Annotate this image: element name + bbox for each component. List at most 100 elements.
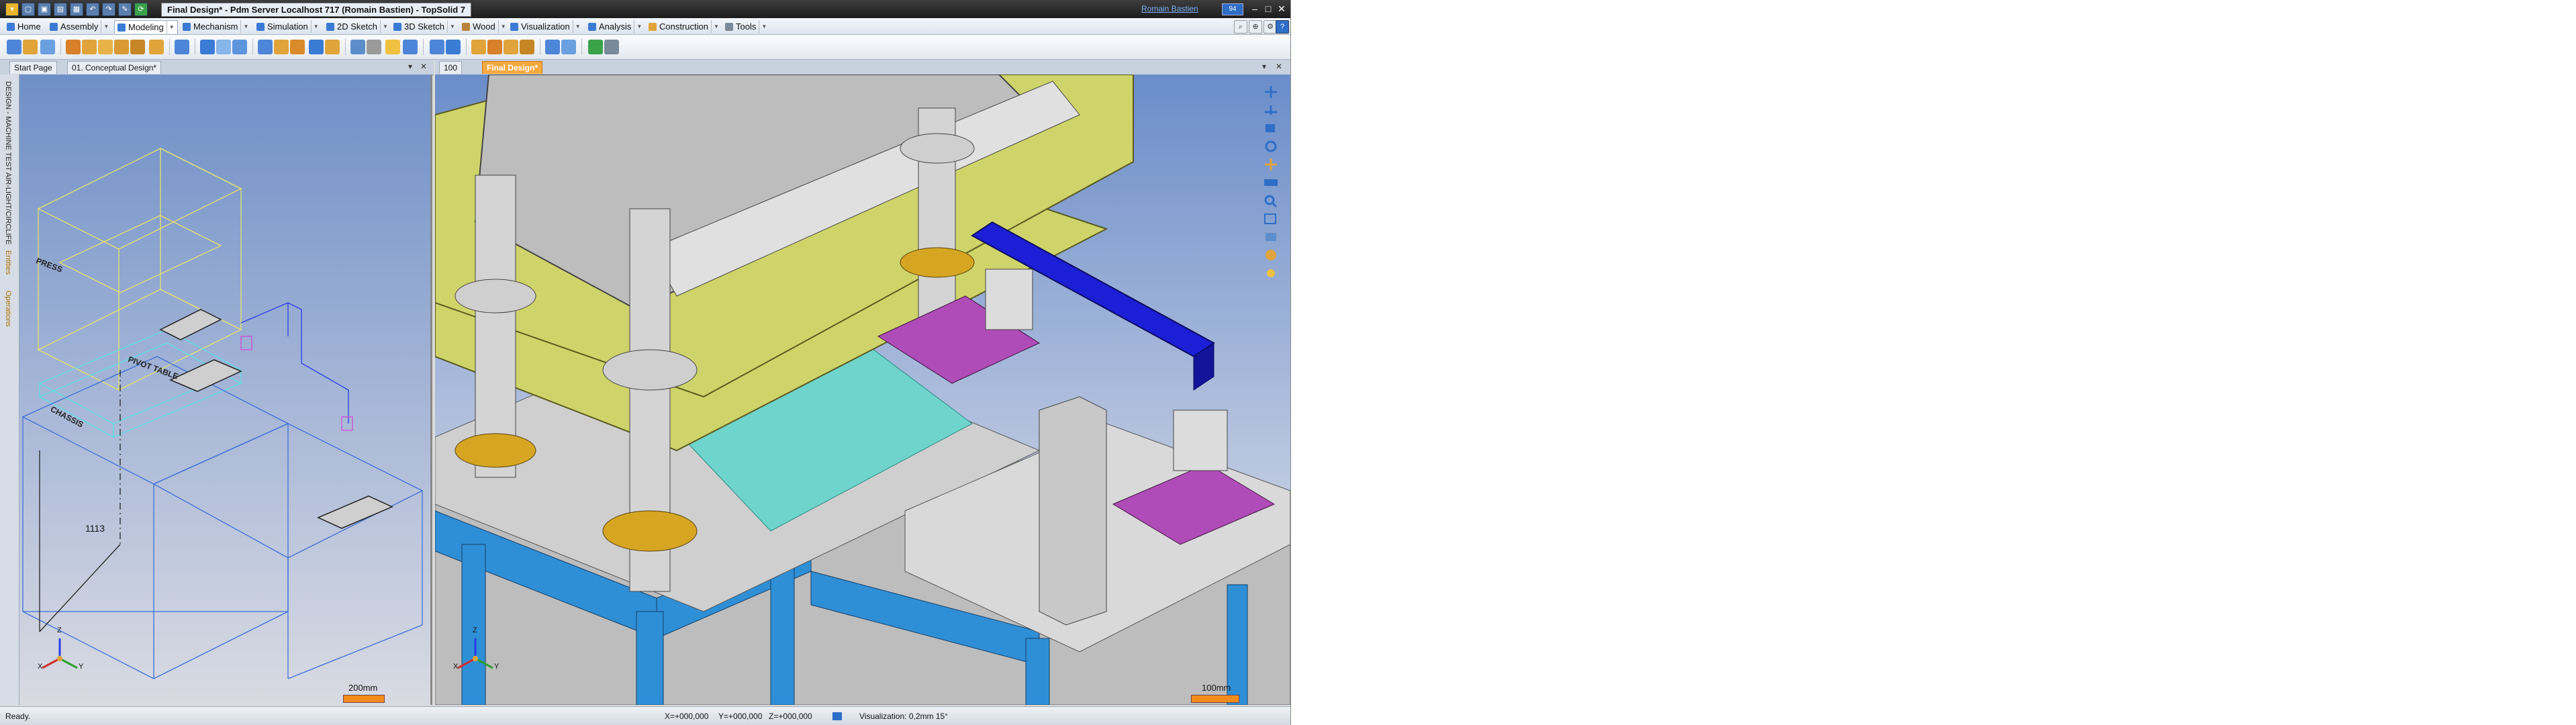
app-menu-icon[interactable]: ▾ [5, 3, 19, 16]
chevron-down-icon[interactable]: ▼ [166, 21, 175, 34]
tab-100[interactable]: 100 [439, 61, 463, 74]
tab-visualization[interactable]: Visualization ▼ [510, 20, 581, 33]
view-section-icon[interactable] [1262, 175, 1280, 190]
search-icon[interactable]: ⌕ [1234, 20, 1247, 34]
undo-icon[interactable]: ↶ [86, 3, 99, 16]
extrude-icon[interactable] [82, 40, 97, 54]
view-fit-icon[interactable] [1262, 230, 1280, 244]
chevron-down-icon[interactable]: ▼ [572, 20, 581, 33]
align-icon[interactable] [545, 40, 560, 54]
visualization-icon[interactable] [832, 712, 842, 720]
view-icon[interactable] [446, 40, 461, 54]
zoom-icon[interactable]: ⊕ [1249, 20, 1262, 34]
loft-icon[interactable] [130, 40, 145, 54]
minimize-icon[interactable]: – [1249, 3, 1261, 15]
tab-tools[interactable]: Tools ▼ [725, 20, 767, 33]
draft-icon[interactable] [290, 40, 305, 54]
tab-analysis[interactable]: Analysis ▼ [588, 20, 642, 33]
chevron-down-icon[interactable]: ▼ [101, 20, 109, 33]
close-pane-icon[interactable]: ✕ [1276, 62, 1282, 71]
chevron-down-icon[interactable]: ▼ [446, 20, 455, 33]
revolve-icon[interactable] [98, 40, 113, 54]
user-link[interactable]: Romain Bastien [1141, 4, 1198, 13]
chevron-down-icon[interactable]: ▼ [379, 20, 388, 33]
tab-simulation[interactable]: Simulation ▼ [256, 20, 319, 33]
pin-icon[interactable]: ▾ [1262, 62, 1266, 71]
trim-icon[interactable] [325, 40, 340, 54]
final-design-viewport[interactable]: X Y Z 100mm [435, 75, 1290, 705]
conceptual-design-viewport[interactable]: PRESS PIVOT TABLE CHASSIS 1113 X Y Z 200… [19, 75, 432, 705]
tab-home[interactable]: Home [7, 20, 41, 33]
status-z: Z=+000,000 [769, 712, 812, 721]
chamfer-icon[interactable] [232, 40, 247, 54]
tab-2d-sketch[interactable]: 2D Sketch ▼ [326, 20, 388, 33]
chevron-down-icon[interactable]: ▼ [710, 20, 719, 33]
pattern-icon[interactable] [258, 40, 273, 54]
side-label-operations[interactable]: Operations [4, 291, 12, 327]
box-icon[interactable] [471, 40, 486, 54]
view-zoom-icon[interactable] [1262, 193, 1280, 208]
options-icon[interactable]: ⚙ [1263, 20, 1277, 34]
tab-assembly[interactable]: Assembly ▼ [50, 20, 109, 33]
cone-icon[interactable] [520, 40, 534, 54]
view-zoom-box-icon[interactable] [1262, 211, 1280, 226]
validate-icon[interactable] [588, 40, 603, 54]
section-icon[interactable] [367, 40, 381, 54]
attribute-icon[interactable] [385, 40, 400, 54]
shell-icon[interactable] [274, 40, 289, 54]
plane-icon[interactable] [175, 40, 189, 54]
pin-icon[interactable]: ▾ [408, 62, 412, 71]
side-label-design[interactable]: DESIGN - MACHINE TEST AIR-LIGHT/CIRCLIFE [4, 81, 12, 244]
sketch-pen-icon[interactable] [7, 40, 21, 54]
tab-wood[interactable]: Wood ▼ [462, 20, 506, 33]
chevron-down-icon[interactable]: ▼ [497, 20, 506, 33]
more-icon[interactable] [604, 40, 619, 54]
transfer-post [1039, 396, 1107, 626]
copy-icon[interactable] [403, 40, 418, 54]
tab-modeling[interactable]: Modeling ▼ [114, 20, 178, 34]
help-icon[interactable]: ? [1276, 20, 1289, 34]
tab-conceptual-design[interactable]: 01. Conceptual Design* [67, 61, 162, 74]
view-pan-icon[interactable] [1262, 157, 1280, 172]
sketch-tools-icon[interactable] [23, 40, 38, 54]
constraint-icon[interactable] [561, 40, 576, 54]
tab-3d-sketch[interactable]: 3D Sketch ▼ [393, 20, 455, 33]
view-front-icon[interactable] [1262, 85, 1280, 99]
chevron-down-icon[interactable]: ▼ [240, 20, 248, 33]
measure-icon[interactable] [350, 40, 365, 54]
cylinder-icon[interactable] [487, 40, 502, 54]
save-icon[interactable]: ▣ [38, 3, 51, 16]
hole-icon[interactable] [200, 40, 215, 54]
sphere-icon[interactable] [504, 40, 518, 54]
refresh-icon[interactable]: ⟳ [134, 3, 148, 16]
print-icon[interactable]: ▦ [70, 3, 83, 16]
maximize-icon[interactable]: □ [1262, 3, 1274, 15]
redo-icon[interactable]: ↷ [102, 3, 115, 16]
fillet-icon[interactable] [216, 40, 231, 54]
view-axis-icon[interactable] [1262, 103, 1280, 117]
view-light-icon[interactable] [1262, 266, 1280, 281]
tab-start-page[interactable]: Start Page [9, 61, 57, 74]
pen-icon[interactable]: ✎ [118, 3, 132, 16]
profile-icon[interactable] [40, 40, 55, 54]
chevron-down-icon[interactable]: ▼ [634, 20, 642, 33]
view-iso-icon[interactable] [1262, 121, 1280, 136]
new-icon[interactable]: ▢ [21, 3, 35, 16]
chevron-down-icon[interactable]: ▼ [759, 20, 767, 33]
view-render-icon[interactable] [1262, 248, 1280, 262]
boolean-icon[interactable] [149, 40, 164, 54]
side-label-entities[interactable]: Entities [4, 250, 12, 275]
tab-construction[interactable]: Construction ▼ [649, 20, 719, 33]
view-rotate-icon[interactable] [1262, 139, 1280, 154]
save-all-icon[interactable]: ▤ [54, 3, 67, 16]
split-icon[interactable] [309, 40, 324, 54]
user-badge[interactable]: 94 [1222, 3, 1243, 15]
close-icon[interactable]: ✕ [1276, 3, 1288, 15]
close-pane-icon[interactable]: ✕ [420, 62, 427, 71]
shape-icon[interactable] [66, 40, 81, 54]
tab-final-design[interactable]: Final Design* [482, 61, 543, 74]
sweep-icon[interactable] [114, 40, 129, 54]
tab-mechanism[interactable]: Mechanism ▼ [183, 20, 248, 33]
chevron-down-icon[interactable]: ▼ [310, 20, 319, 33]
render-icon[interactable] [430, 40, 444, 54]
